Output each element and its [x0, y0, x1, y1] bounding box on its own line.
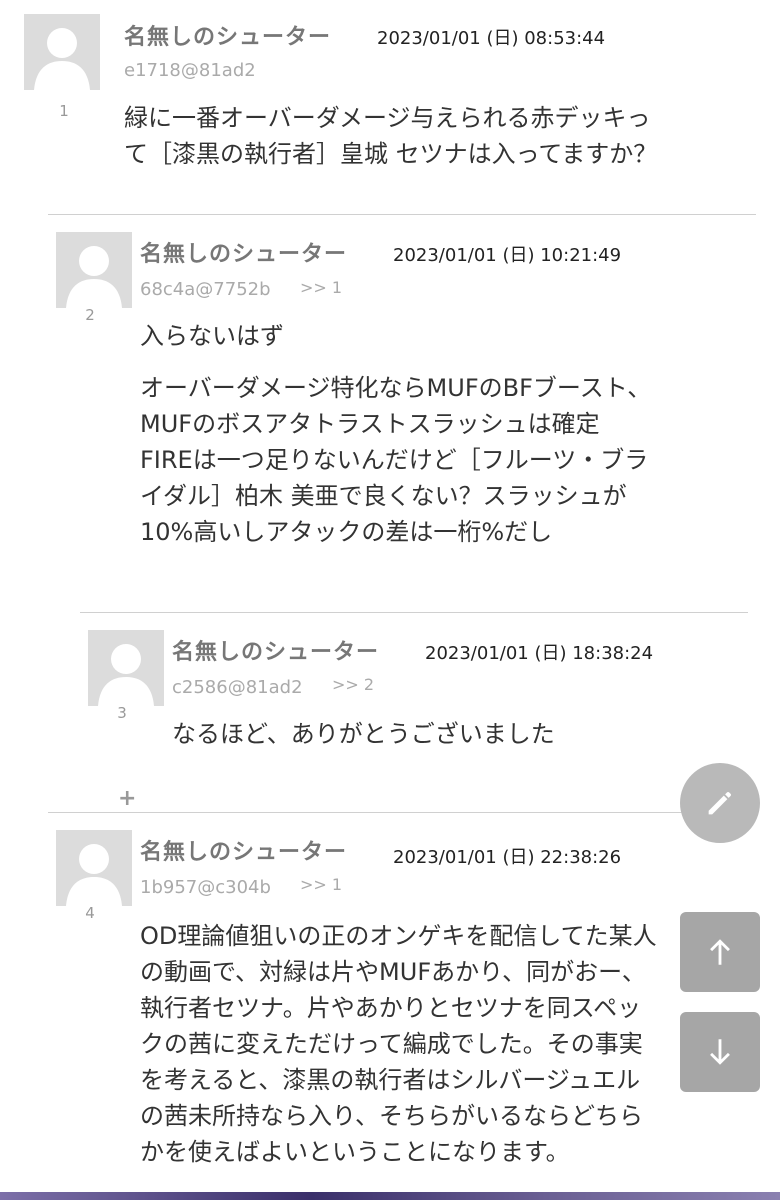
compose-button[interactable]: [680, 763, 760, 843]
post-date: 2023/01/01 (日) 10:21:49: [393, 245, 622, 266]
poster-id: 1b957@c304b: [140, 877, 271, 898]
post-divider: [48, 214, 756, 215]
poster-name: 名無しのシューター: [172, 640, 380, 665]
post-body: OD理論値狙いの正のオンゲキを配信してた某人 の動画で、対緑は片やMUFあかり、…: [140, 918, 657, 1170]
post-body: 入らないはず オーバーダメージ特化ならMUFのBFブースト、 MUFのボスアタト…: [140, 318, 651, 550]
post-body-line: イダル］柏木 美亜で良くない？スラッシュが: [140, 482, 627, 510]
post-body: 緑に一番オーバーダメージ与えられる赤デッキっ て［漆黒の執行者］皇城 セツナは入…: [124, 100, 657, 172]
bottom-banner-strip: [0, 1192, 780, 1200]
post-body-line: クの茜に変えただけって編成でした。その事実: [140, 1030, 643, 1058]
post-body-line: FIREは一つ足りないんだけど［フルーツ・ブラ: [140, 446, 649, 474]
post-number: 1: [59, 102, 69, 120]
post-body: なるほど、ありがとうございました: [172, 716, 555, 752]
reply-link[interactable]: >> 1: [300, 875, 342, 894]
poster-id: 68c4a@7752b: [140, 279, 271, 300]
poster-name: 名無しのシューター: [140, 242, 348, 267]
post-body-line: の動画で、対緑は片やMUFあかり、同がおー、: [140, 958, 646, 986]
post-divider: [48, 812, 756, 813]
arrow-up-icon: [710, 939, 730, 965]
poster-id: c2586@81ad2: [172, 677, 303, 698]
scroll-up-button[interactable]: [680, 912, 760, 992]
arrow-down-icon: [710, 1039, 730, 1065]
post-body-line: オーバーダメージ特化ならMUFのBFブースト、: [140, 374, 652, 402]
post-date: 2023/01/01 (日) 22:38:26: [393, 847, 622, 868]
post-body-line: の茜未所持なら入り、そちらがいるならどちら: [140, 1102, 644, 1130]
post-date: 2023/01/01 (日) 18:38:24: [425, 643, 654, 664]
post-body-line: 10%高いしアタックの差は一桁%だし: [140, 518, 553, 546]
post-body-line: 入らないはず: [140, 322, 284, 350]
post-body-line: かを使えばよいということになります。: [140, 1138, 570, 1166]
poster-id: e1718@81ad2: [124, 60, 256, 81]
post-body-line: を考えると、漆黒の執行者はシルバージュエル: [140, 1066, 641, 1094]
avatar-icon: [56, 830, 132, 906]
poster-name: 名無しのシューター: [140, 840, 348, 865]
post-number: 3: [117, 704, 127, 722]
reply-link[interactable]: >> 2: [332, 675, 374, 694]
reply-link[interactable]: >> 1: [300, 278, 342, 297]
expand-replies-button[interactable]: +: [118, 786, 136, 811]
scroll-down-button[interactable]: [680, 1012, 760, 1092]
pencil-icon: [708, 791, 732, 815]
post-body-line: 緑に一番オーバーダメージ与えられる赤デッキっ: [124, 104, 651, 132]
poster-name: 名無しのシューター: [124, 25, 332, 50]
avatar-icon: [88, 630, 164, 706]
avatar-icon: [56, 232, 132, 308]
post-number: 2: [85, 306, 95, 324]
post-divider: [80, 612, 748, 613]
post-number: 4: [85, 904, 95, 922]
post-body-line: なるほど、ありがとうございました: [172, 720, 555, 748]
post-body-line: OD理論値狙いの正のオンゲキを配信してた某人: [140, 922, 657, 950]
post-date: 2023/01/01 (日) 08:53:44: [377, 28, 606, 49]
avatar-icon: [24, 14, 100, 90]
post-body-line: 執行者セツナ。片やあかりとセツナを同スペッ: [140, 994, 642, 1022]
post-body-line: MUFのボスアタトラストスラッシュは確定: [140, 410, 600, 438]
post-body-line: て［漆黒の執行者］皇城 セツナは入ってますか？: [124, 140, 658, 168]
